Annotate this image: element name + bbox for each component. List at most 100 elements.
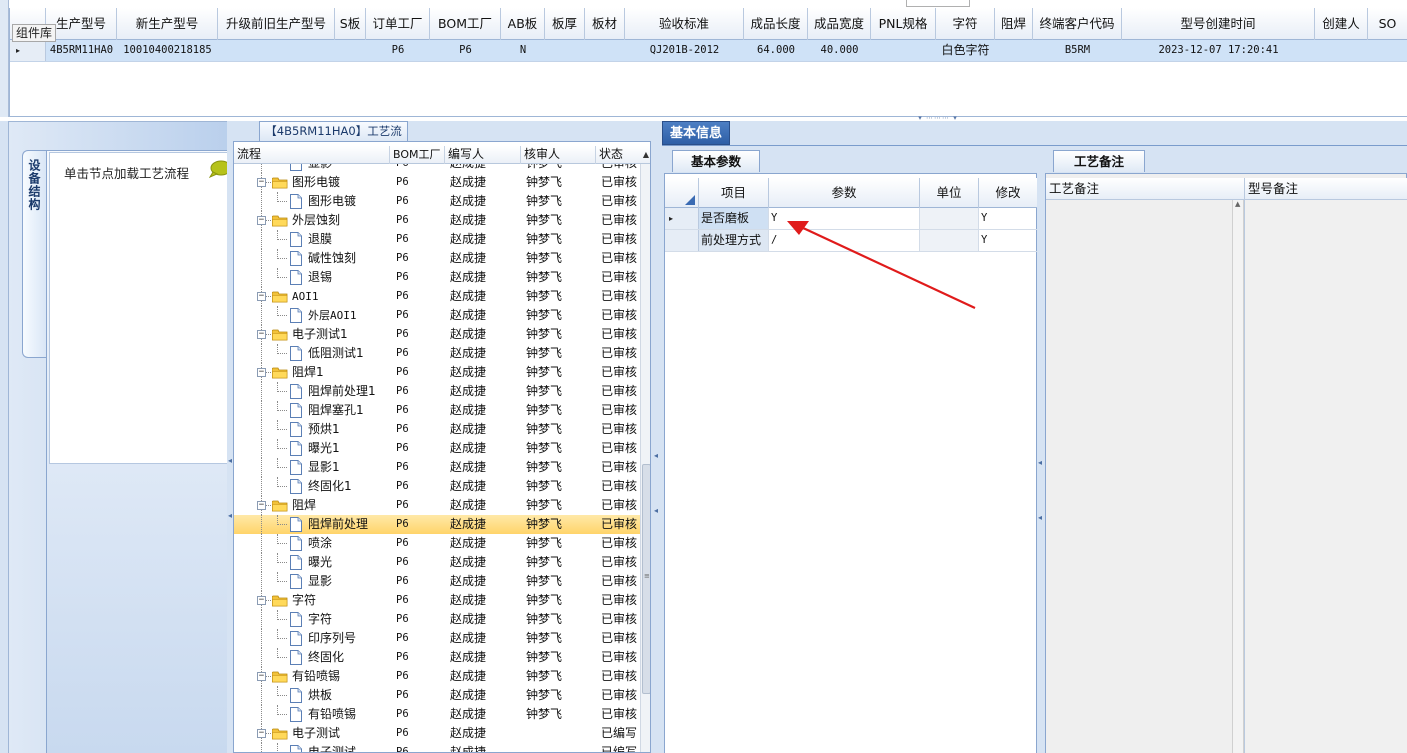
tree-step-node[interactable]: 显影 P6 赵成捷 钟梦飞 已审核	[234, 164, 640, 173]
col-model-remark[interactable]: 型号备注	[1245, 178, 1298, 200]
column-header[interactable]: 板厚	[545, 8, 585, 40]
grid-cell[interactable]	[335, 40, 366, 61]
params-grid-corner[interactable]	[665, 178, 699, 208]
grid-cell[interactable]	[545, 40, 585, 61]
col-flow[interactable]: 流程	[234, 146, 390, 164]
grid-cell[interactable]: 10010400218185	[117, 40, 218, 61]
column-header[interactable]: 验收标准	[625, 8, 744, 40]
column-header[interactable]: 终端客户代码	[1033, 8, 1122, 40]
tree-step-node[interactable]: 低阻测试1 P6 赵成捷 钟梦飞 已审核	[234, 344, 640, 363]
tree-step-node[interactable]: 碱性蚀刻 P6 赵成捷 钟梦飞 已审核	[234, 249, 640, 268]
tree-scrollbar[interactable]: ≡	[640, 164, 650, 752]
tree-step-node[interactable]: 有铅喷锡 P6 赵成捷 钟梦飞 已审核	[234, 705, 640, 724]
tree-step-node[interactable]: 喷涂 P6 赵成捷 钟梦飞 已审核	[234, 534, 640, 553]
tree-step-node[interactable]: 阻焊前处理1 P6 赵成捷 钟梦飞 已审核	[234, 382, 640, 401]
column-header[interactable]: SO	[1368, 8, 1407, 40]
tree-step-node[interactable]: 烘板 P6 赵成捷 钟梦飞 已审核	[234, 686, 640, 705]
component-library-tooltip[interactable]: 组件库	[12, 24, 56, 42]
tree-step-node[interactable]: 外层AOI1 P6 赵成捷 钟梦飞 已审核	[234, 306, 640, 325]
process-remark-scrollbar[interactable]: ▲	[1232, 200, 1244, 753]
tree-folder-node[interactable]: − 电子测试1 P6 赵成捷 钟梦飞 已审核	[234, 325, 640, 344]
column-header[interactable]: 创建人	[1315, 8, 1368, 40]
grid-cell[interactable]	[1315, 40, 1368, 61]
grid-cell[interactable]: N	[501, 40, 545, 61]
tab-process-remarks[interactable]: 工艺备注	[1053, 150, 1145, 172]
tab-basic-params[interactable]: 基本参数	[672, 150, 760, 172]
tree-step-node[interactable]: 字符 P6 赵成捷 钟梦飞 已审核	[234, 610, 640, 629]
right-splitter[interactable]: ◂ ◂	[1037, 173, 1043, 753]
collapse-icon[interactable]: −	[257, 216, 266, 225]
grid-cell[interactable]	[218, 40, 335, 61]
col-item[interactable]: 项目	[699, 178, 769, 208]
grid-data-row[interactable]: ▸ 4B5RM11HA0 10010400218185 P6 P6 N QJ201B-20…	[10, 40, 1407, 62]
tree-step-node[interactable]: 曝光1 P6 赵成捷 钟梦飞 已审核	[234, 439, 640, 458]
tree-folder-node[interactable]: − 有铅喷锡 P6 赵成捷 钟梦飞 已审核	[234, 667, 640, 686]
grid-cell[interactable]: 2023-12-07 17:20:41	[1122, 40, 1315, 61]
column-header[interactable]: PNL规格	[871, 8, 936, 40]
column-header[interactable]: AB板	[501, 8, 545, 40]
tree-step-node[interactable]: 退锡 P6 赵成捷 钟梦飞 已审核	[234, 268, 640, 287]
column-header[interactable]: 新生产型号	[117, 8, 218, 40]
grid-cell[interactable]	[585, 40, 625, 61]
collapse-icon[interactable]: −	[257, 729, 266, 738]
collapse-icon[interactable]: −	[257, 501, 266, 510]
collapse-icon[interactable]: −	[257, 672, 266, 681]
tab-basic-info[interactable]: 基本信息	[662, 121, 730, 145]
tree-step-node[interactable]: 显影 P6 赵成捷 钟梦飞 已审核	[234, 572, 640, 591]
tree-folder-node[interactable]: − 图形电镀 P6 赵成捷 钟梦飞 已审核	[234, 173, 640, 192]
tree-folder-node[interactable]: − 阻焊1 P6 赵成捷 钟梦飞 已审核	[234, 363, 640, 382]
collapse-icon[interactable]: −	[257, 292, 266, 301]
grid-cell[interactable]: P6	[366, 40, 430, 61]
tree-scrollbar-thumb[interactable]: ≡	[642, 464, 650, 694]
col-modify[interactable]: 修改	[979, 178, 1037, 208]
tree-step-node[interactable]: 曝光 P6 赵成捷 钟梦飞 已审核	[234, 553, 640, 572]
tab-equipment-structure[interactable]: 设备结构	[22, 150, 46, 358]
grid-cell[interactable]: B5RM	[1033, 40, 1122, 61]
tree-step-node[interactable]: 阻焊塞孔1 P6 赵成捷 钟梦飞 已审核	[234, 401, 640, 420]
grid-cell[interactable]: 4B5RM11HA0	[46, 40, 117, 61]
col-status[interactable]: 状态	[596, 146, 640, 164]
collapse-icon[interactable]: −	[257, 368, 266, 377]
column-header[interactable]: 生产型号	[46, 8, 117, 40]
column-header[interactable]: BOM工厂	[430, 8, 501, 40]
col-unit[interactable]: 单位	[920, 178, 979, 208]
tree-step-node[interactable]: 终固化1 P6 赵成捷 钟梦飞 已审核	[234, 477, 640, 496]
tree-folder-node[interactable]: − 阻焊 P6 赵成捷 钟梦飞 已审核	[234, 496, 640, 515]
tree-folder-node[interactable]: − 电子测试 P6 赵成捷 已编写	[234, 724, 640, 743]
tree-step-node[interactable]: 退膜 P6 赵成捷 钟梦飞 已审核	[234, 230, 640, 249]
grid-cell[interactable]: QJ201B-2012	[625, 40, 744, 61]
col-writer[interactable]: 编写人	[445, 146, 521, 164]
tree-step-node[interactable]: 电子测试 P6 赵成捷 已编写	[234, 743, 640, 752]
param-modify[interactable]: Y	[979, 230, 1037, 251]
grid-cell[interactable]	[1368, 40, 1407, 61]
collapse-icon[interactable]: −	[257, 596, 266, 605]
column-header[interactable]: 成品宽度	[808, 8, 871, 40]
col-process-remark[interactable]: 工艺备注	[1046, 178, 1099, 200]
param-modify[interactable]: Y	[979, 208, 1037, 229]
grid-cell[interactable]	[871, 40, 936, 61]
tree-step-node[interactable]: 阻焊前处理 P6 赵成捷 钟梦飞 已审核	[234, 515, 640, 534]
col-bom-factory[interactable]: BOM工厂	[390, 146, 445, 164]
column-header[interactable]: S板	[335, 8, 366, 40]
column-header[interactable]: 型号创建时间	[1122, 8, 1315, 40]
tree-folder-node[interactable]: − 外层蚀刻 P6 赵成捷 钟梦飞 已审核	[234, 211, 640, 230]
column-header[interactable]: 成品长度	[744, 8, 808, 40]
column-header[interactable]: 阻焊	[995, 8, 1033, 40]
tree-step-node[interactable]: 预烘1 P6 赵成捷 钟梦飞 已审核	[234, 420, 640, 439]
column-header[interactable]: 板材	[585, 8, 625, 40]
tree-folder-node[interactable]: − AOI1 P6 赵成捷 钟梦飞 已审核	[234, 287, 640, 306]
tree-step-node[interactable]: 图形电镀 P6 赵成捷 钟梦飞 已审核	[234, 192, 640, 211]
tree-folder-node[interactable]: − 字符 P6 赵成捷 钟梦飞 已审核	[234, 591, 640, 610]
scroll-up-icon[interactable]: ▲	[1235, 200, 1240, 208]
col-reviewer[interactable]: 核审人	[521, 146, 596, 164]
middle-splitter[interactable]: ◂ ◂	[653, 121, 659, 753]
tree-step-node[interactable]: 终固化 P6 赵成捷 钟梦飞 已审核	[234, 648, 640, 667]
grid-cell[interactable]: 64.000	[744, 40, 808, 61]
column-header[interactable]: 字符	[936, 8, 995, 40]
grid-cell[interactable]: 白色字符	[936, 40, 995, 61]
scroll-up-icon[interactable]: ▲	[640, 146, 650, 164]
col-param[interactable]: 参数	[769, 178, 920, 208]
model-remark-field[interactable]	[1245, 200, 1407, 753]
grid-cell[interactable]	[995, 40, 1033, 61]
collapse-icon[interactable]: −	[257, 178, 266, 187]
